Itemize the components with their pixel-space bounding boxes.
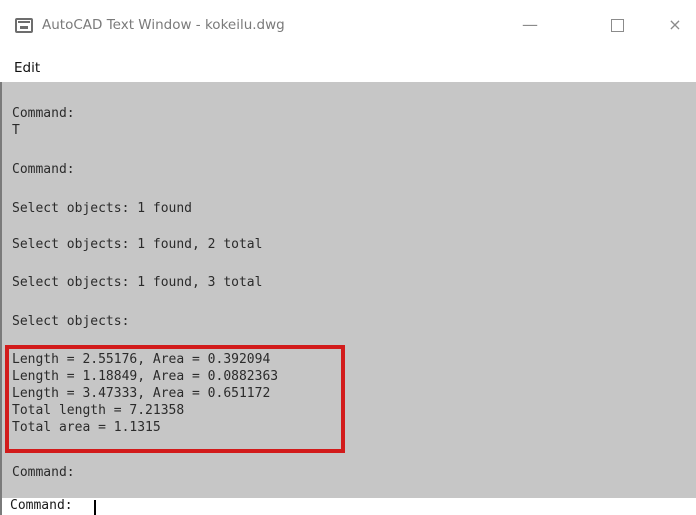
window-title: AutoCAD Text Window - kokeilu.dwg (42, 17, 285, 33)
minimize-button[interactable]: — (510, 14, 550, 36)
history-line: Select objects: 1 found, 2 total (12, 237, 263, 252)
history-line: Command: (12, 465, 75, 480)
app-window-icon (15, 18, 33, 33)
close-button[interactable]: × (655, 14, 695, 36)
history-line: T (12, 123, 20, 138)
command-input-area[interactable] (0, 498, 696, 515)
history-line: Select objects: (12, 314, 130, 329)
autocad-text-window: AutoCAD Text Window - kokeilu.dwg — × Ed… (0, 0, 696, 515)
history-line: Command: (12, 162, 75, 177)
text-caret (94, 500, 96, 515)
title-bar[interactable]: AutoCAD Text Window - kokeilu.dwg — × (0, 0, 696, 44)
history-line: Command: (12, 106, 75, 121)
history-line: Select objects: 1 found (12, 201, 193, 216)
command-prompt[interactable]: Command: (10, 498, 80, 513)
menu-bar (0, 50, 696, 82)
results-highlight-box (5, 345, 345, 453)
maximize-icon (610, 19, 624, 32)
maximize-button[interactable] (597, 14, 637, 36)
history-line: Select objects: 1 found, 3 total (12, 275, 263, 290)
menu-item-edit[interactable]: Edit (14, 60, 40, 76)
